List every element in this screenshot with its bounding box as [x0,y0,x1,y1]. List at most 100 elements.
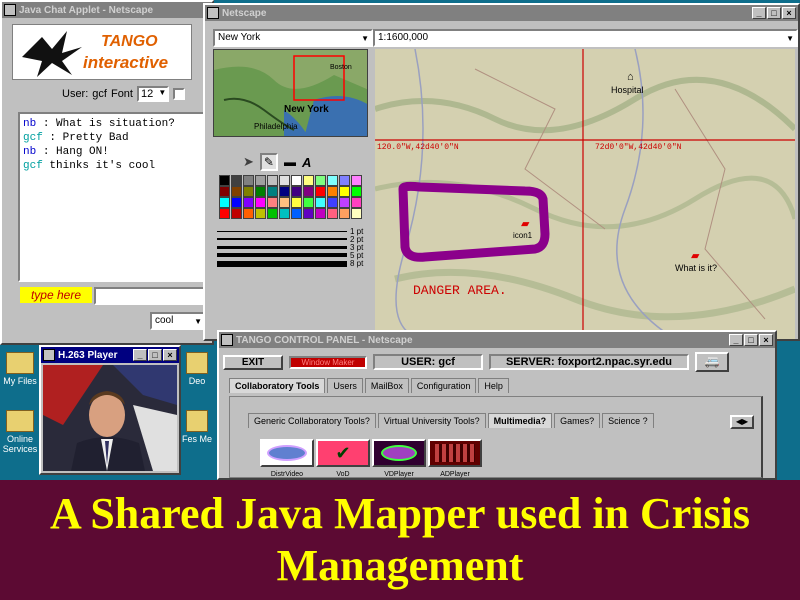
color-swatch[interactable] [291,186,302,197]
subtab-science[interactable]: Science ? [602,413,654,428]
maximize-button[interactable]: □ [767,7,781,19]
color-swatch[interactable] [315,208,326,219]
line-width-1pt[interactable]: 1 pt [217,227,372,236]
subtab-virtual-university[interactable]: Virtual University Tools? [377,413,486,428]
color-swatch[interactable] [243,175,254,186]
maximize-button[interactable]: □ [744,334,758,346]
minimize-button[interactable]: _ [729,334,743,346]
tab-collaboratory-tools[interactable]: Collaboratory Tools [229,378,326,393]
color-swatch[interactable] [219,186,230,197]
color-swatch[interactable] [351,197,362,208]
color-swatch[interactable] [255,175,266,186]
color-swatch[interactable] [243,197,254,208]
desktop-icon-fes[interactable]: Fes Me [182,410,212,444]
location-select[interactable]: New York ▼ [213,29,373,47]
close-button[interactable]: × [782,7,796,19]
color-swatch[interactable] [315,197,326,208]
unknown-vehicle-icon[interactable]: ▰ [691,249,699,262]
app-vdplayer[interactable]: VDPlayer [372,439,426,479]
color-swatch[interactable] [279,186,290,197]
color-swatch[interactable] [279,175,290,186]
chat-titlebar[interactable]: Java Chat Applet - Netscape [2,2,212,18]
line-width-2pt[interactable]: 2 pt [217,235,372,244]
color-swatch[interactable] [315,175,326,186]
line-width-5pt[interactable]: 5 pt [217,251,372,260]
app-distrvideo[interactable]: DistrVideo [260,439,314,479]
color-swatch[interactable] [243,186,254,197]
subtab-scroll-arrows[interactable]: ◀▶ [730,415,754,429]
color-swatch[interactable] [231,197,242,208]
chat-log[interactable]: nb : What is situation? gcf : Pretty Bad… [18,112,208,282]
desktop-icon-deo[interactable]: Deo [182,352,212,386]
color-swatch[interactable] [255,208,266,219]
color-swatch[interactable] [351,208,362,219]
vehicle-tool-icon[interactable]: ▬ [284,155,296,169]
tab-help[interactable]: Help [478,378,509,393]
color-swatch[interactable] [219,208,230,219]
color-swatch[interactable] [231,186,242,197]
vehicle-button-icon[interactable]: 🚐 [695,352,729,372]
color-swatch[interactable] [339,208,350,219]
control-panel-titlebar[interactable]: TANGO CONTROL PANEL - Netscape _ □ × [219,332,775,348]
h263-titlebar[interactable]: H.263 Player _ □ × [41,347,179,363]
color-swatch[interactable] [267,197,278,208]
hospital-icon[interactable]: ⌂ [627,71,634,83]
car-icon[interactable]: ▰ [521,217,529,230]
scale-select[interactable]: 1:1600,000 ▼ [373,29,798,47]
close-button[interactable]: × [163,349,177,361]
line-width-8pt[interactable]: 8 pt [217,259,372,268]
color-swatch[interactable] [219,197,230,208]
color-swatch[interactable] [243,208,254,219]
line-width-3pt[interactable]: 3 pt [217,243,372,252]
color-swatch[interactable] [315,186,326,197]
color-swatch[interactable] [339,197,350,208]
color-swatch[interactable] [339,175,350,186]
color-swatch[interactable] [279,208,290,219]
arrow-tool-icon[interactable]: ➤ [243,154,254,170]
color-swatch[interactable] [327,208,338,219]
color-swatch[interactable] [303,208,314,219]
color-swatch[interactable] [327,197,338,208]
color-swatch[interactable] [255,186,266,197]
color-swatch[interactable] [291,208,302,219]
color-swatch[interactable] [279,197,290,208]
chat-input[interactable] [94,287,206,305]
subtab-games[interactable]: Games? [554,413,601,428]
tab-configuration[interactable]: Configuration [410,378,477,393]
color-swatch[interactable] [303,186,314,197]
color-swatch[interactable] [231,208,242,219]
exit-button[interactable]: EXIT [223,354,283,370]
mood-select[interactable]: cool ▼ [150,312,206,330]
color-swatch[interactable] [267,186,278,197]
minimize-button[interactable]: _ [752,7,766,19]
overview-minimap[interactable]: Boston New York Philadelphia [213,49,368,137]
color-swatch[interactable] [291,197,302,208]
main-map[interactable]: 120.0"W,42d40'0"N 72d0'0"W,42d40'0"N ⌂ H… [375,49,795,339]
color-swatch[interactable] [231,175,242,186]
color-swatch[interactable] [267,175,278,186]
desktop-icon-online-services[interactable]: Online Services [2,410,38,454]
font-select[interactable]: 12 ▼ [136,86,170,102]
color-swatch[interactable] [303,197,314,208]
color-swatch[interactable] [255,197,266,208]
color-swatch[interactable] [351,175,362,186]
video-frame[interactable] [43,365,177,471]
color-swatch[interactable] [267,208,278,219]
map-titlebar[interactable]: Netscape _ □ × [205,5,798,21]
minimize-button[interactable]: _ [133,349,147,361]
app-adplayer[interactable]: ADPlayer [428,439,482,479]
color-swatch[interactable] [339,186,350,197]
bold-checkbox[interactable] [173,88,186,100]
color-swatch[interactable] [291,175,302,186]
color-swatch[interactable] [327,175,338,186]
color-swatch[interactable] [303,175,314,186]
subtab-multimedia[interactable]: Multimedia? [487,413,553,428]
color-swatch[interactable] [219,175,230,186]
tab-mailbox[interactable]: MailBox [364,378,409,393]
color-swatch[interactable] [327,186,338,197]
tab-users[interactable]: Users [327,378,363,393]
desktop-icon-my-files[interactable]: My Files [2,352,38,386]
text-tool-icon[interactable]: A [302,155,311,170]
maximize-button[interactable]: □ [148,349,162,361]
color-swatch[interactable] [351,186,362,197]
